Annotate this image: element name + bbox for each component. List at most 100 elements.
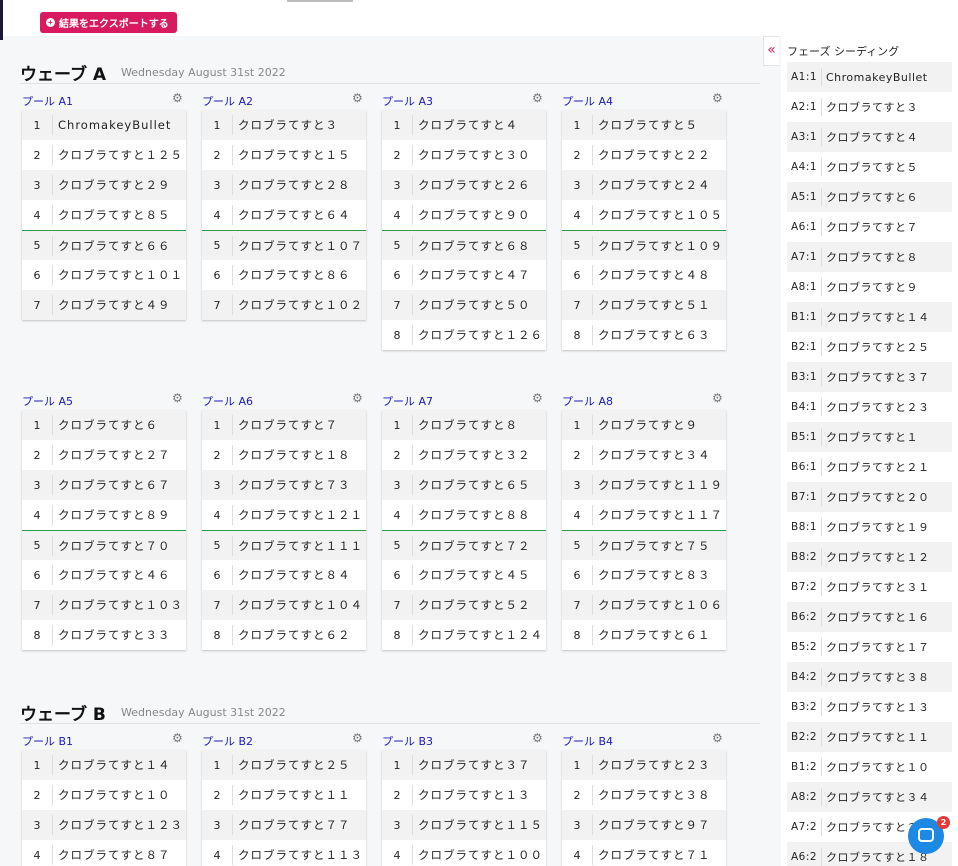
pool-entry-row[interactable]: 1 クロブラてすと３７ [382,750,546,780]
pool-entry-row[interactable]: 2 クロブラてすと３０ [382,140,546,170]
pool-entry-row[interactable]: 6 クロブラてすと８４ [202,560,366,590]
pool-entry-row[interactable]: 2 クロブラてすと２２ [562,140,726,170]
pool-entry-row[interactable]: 4 クロブラてすと７１ [562,840,726,866]
pool-entry-row[interactable]: 5 クロブラてすと６８ [382,230,546,260]
pool-name-link[interactable]: プール B4 [562,733,613,749]
pool-entry-row[interactable]: 2 クロブラてすと１３ [382,780,546,810]
pool-entry-row[interactable]: 6 クロブラてすと４５ [382,560,546,590]
pool-entry-row[interactable]: 2 クロブラてすと３２ [382,440,546,470]
gear-icon[interactable]: ⚙ [712,732,724,744]
pool-entry-row[interactable]: 3 クロブラてすと２６ [382,170,546,200]
pool-name-link[interactable]: プール A2 [202,93,253,109]
pool-entry-row[interactable]: 3 クロブラてすと１１９ [562,470,726,500]
pool-entry-row[interactable]: 1 クロブラてすと７ [202,410,366,440]
seed-list-item[interactable]: A2:1 クロブラてすと３ [787,92,952,122]
pool-entry-row[interactable]: 6 クロブラてすと１０１ [22,260,186,290]
gear-icon[interactable]: ⚙ [712,392,724,404]
chat-button[interactable]: 2 [908,816,950,854]
pool-entry-row[interactable]: 5 クロブラてすと１０７ [202,230,366,260]
seed-list-item[interactable]: B3:2 クロブラてすと１３ [787,692,952,722]
pool-entry-row[interactable]: 3 クロブラてすと２９ [22,170,186,200]
seed-list-item[interactable]: B1:1 クロブラてすと１４ [787,302,952,332]
pool-entry-row[interactable]: 4 クロブラてすと８５ [22,200,186,230]
gear-icon[interactable]: ⚙ [172,92,184,104]
pool-entry-row[interactable]: 3 クロブラてすと７７ [202,810,366,840]
gear-icon[interactable]: ⚙ [172,392,184,404]
pool-entry-row[interactable]: 4 クロブラてすと８９ [22,500,186,530]
seed-list-item[interactable]: B2:2 クロブラてすと１１ [787,722,952,752]
pool-entry-row[interactable]: 7 クロブラてすと１０３ [22,590,186,620]
pool-entry-row[interactable]: 5 クロブラてすと７２ [382,530,546,560]
seed-list-item[interactable]: A5:1 クロブラてすと６ [787,182,952,212]
pool-entry-row[interactable]: 1 ChromakeyBullet [22,110,186,140]
gear-icon[interactable]: ⚙ [352,92,364,104]
pool-entry-row[interactable]: 1 クロブラてすと９ [562,410,726,440]
pool-entry-row[interactable]: 2 クロブラてすと１０ [22,780,186,810]
pool-entry-row[interactable]: 6 クロブラてすと４７ [382,260,546,290]
pool-entry-row[interactable]: 7 クロブラてすと５２ [382,590,546,620]
pool-entry-row[interactable]: 5 クロブラてすと１１１ [202,530,366,560]
seed-list-item[interactable]: B5:1 クロブラてすと１ [787,422,952,452]
pool-entry-row[interactable]: 6 クロブラてすと８３ [562,560,726,590]
pool-entry-row[interactable]: 7 クロブラてすと１０６ [562,590,726,620]
pool-entry-row[interactable]: 2 クロブラてすと３８ [562,780,726,810]
pool-entry-row[interactable]: 7 クロブラてすと１０２ [202,290,366,320]
pool-name-link[interactable]: プール A8 [562,393,613,409]
seed-list-item[interactable]: B3:1 クロブラてすと３７ [787,362,952,392]
pool-entry-row[interactable]: 1 クロブラてすと２３ [562,750,726,780]
pool-entry-row[interactable]: 4 クロブラてすと１００ [382,840,546,866]
gear-icon[interactable]: ⚙ [532,92,544,104]
pool-entry-row[interactable]: 4 クロブラてすと１１３ [202,840,366,866]
pool-entry-row[interactable]: 4 クロブラてすと１２１ [202,500,366,530]
pool-entry-row[interactable]: 5 クロブラてすと１０９ [562,230,726,260]
gear-icon[interactable]: ⚙ [352,392,364,404]
pool-entry-row[interactable]: 4 クロブラてすと１０５ [562,200,726,230]
seed-list-item[interactable]: A7:1 クロブラてすと８ [787,242,952,272]
pool-entry-row[interactable]: 3 クロブラてすと７３ [202,470,366,500]
pool-name-link[interactable]: プール A6 [202,393,253,409]
seed-list-item[interactable]: A8:1 クロブラてすと９ [787,272,952,302]
pool-entry-row[interactable]: 1 クロブラてすと２５ [202,750,366,780]
pool-entry-row[interactable]: 3 クロブラてすと２８ [202,170,366,200]
seed-list-item[interactable]: B5:2 クロブラてすと１７ [787,632,952,662]
seed-list-item[interactable]: B8:1 クロブラてすと１９ [787,512,952,542]
gear-icon[interactable]: ⚙ [532,392,544,404]
pool-entry-row[interactable]: 1 クロブラてすと３ [202,110,366,140]
pool-entry-row[interactable]: 8 クロブラてすと３３ [22,620,186,650]
seed-list-item[interactable]: B1:2 クロブラてすと１０ [787,752,952,782]
export-results-button[interactable]: + 結果をエクスポートする [40,12,177,33]
pool-entry-row[interactable]: 2 クロブラてすと１１ [202,780,366,810]
pool-name-link[interactable]: プール A4 [562,93,613,109]
pool-entry-row[interactable]: 7 クロブラてすと５１ [562,290,726,320]
pool-entry-row[interactable]: 3 クロブラてすと６７ [22,470,186,500]
pool-name-link[interactable]: プール A7 [382,393,433,409]
pool-entry-row[interactable]: 4 クロブラてすと９０ [382,200,546,230]
pool-entry-row[interactable]: 3 クロブラてすと１１５ [382,810,546,840]
gear-icon[interactable]: ⚙ [532,732,544,744]
pool-entry-row[interactable]: 2 クロブラてすと２７ [22,440,186,470]
pool-name-link[interactable]: プール A3 [382,93,433,109]
pool-entry-row[interactable]: 3 クロブラてすと１２３ [22,810,186,840]
pool-entry-row[interactable]: 2 クロブラてすと１８ [202,440,366,470]
pool-entry-row[interactable]: 3 クロブラてすと６５ [382,470,546,500]
pool-entry-row[interactable]: 6 クロブラてすと４６ [22,560,186,590]
pool-entry-row[interactable]: 1 クロブラてすと５ [562,110,726,140]
pool-entry-row[interactable]: 7 クロブラてすと４９ [22,290,186,320]
seed-list-item[interactable]: B7:1 クロブラてすと２０ [787,482,952,512]
gear-icon[interactable]: ⚙ [712,92,724,104]
seed-list-item[interactable]: A4:1 クロブラてすと５ [787,152,952,182]
gear-icon[interactable]: ⚙ [352,732,364,744]
pool-entry-row[interactable]: 1 クロブラてすと８ [382,410,546,440]
pool-entry-row[interactable]: 5 クロブラてすと７５ [562,530,726,560]
pool-entry-row[interactable]: 8 クロブラてすと１２４ [382,620,546,650]
pool-entry-row[interactable]: 2 クロブラてすと３４ [562,440,726,470]
pool-entry-row[interactable]: 1 クロブラてすと４ [382,110,546,140]
seed-list-item[interactable]: B6:2 クロブラてすと１６ [787,602,952,632]
pool-name-link[interactable]: プール B1 [22,733,73,749]
seed-list-item[interactable]: A8:2 クロブラてすと３４ [787,782,952,812]
seed-list-item[interactable]: A1:1 ChromakeyBullet [787,62,952,92]
pool-entry-row[interactable]: 8 クロブラてすと１２６ [382,320,546,350]
seed-list-item[interactable]: B6:1 クロブラてすと２１ [787,452,952,482]
seed-list-item[interactable]: A6:1 クロブラてすと７ [787,212,952,242]
pool-name-link[interactable]: プール B3 [382,733,433,749]
